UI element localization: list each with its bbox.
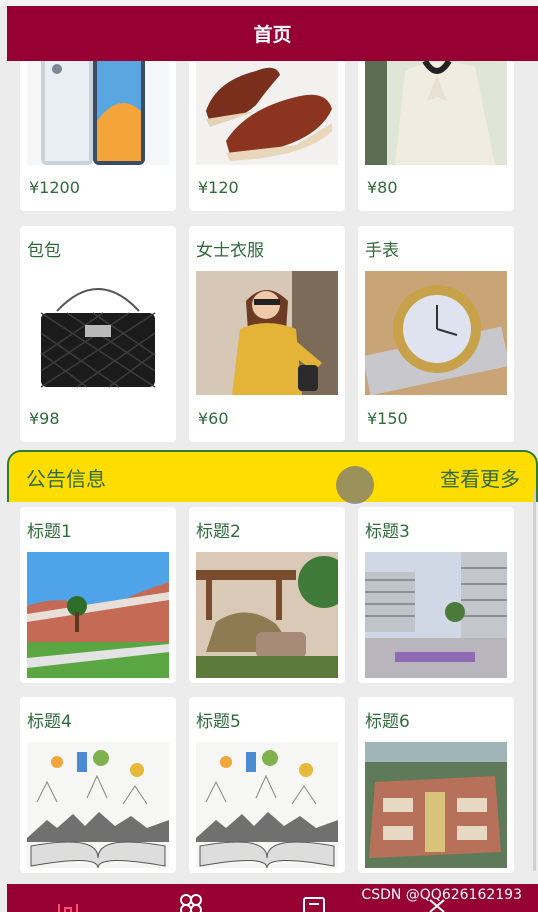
notice-section-header: 公告信息 查看更多 — [7, 450, 538, 502]
notice-card[interactable]: 标题3 — [358, 507, 514, 683]
page-title: 首页 — [253, 24, 292, 46]
sculpture-image — [196, 552, 338, 678]
category-icon — [180, 894, 203, 912]
notice-title: 标题5 — [196, 712, 241, 732]
campus-garden-image — [27, 552, 169, 678]
page-header: 首页 — [7, 6, 538, 61]
touch-indicator — [336, 466, 374, 504]
tab-category[interactable] — [176, 890, 206, 912]
book-city-image — [196, 742, 338, 868]
womens-clothing-image — [196, 271, 338, 395]
notice-card[interactable]: 标题6 — [358, 697, 514, 873]
orders-icon — [302, 897, 325, 912]
notice-grid: 标题1 标题2 标题3 — [20, 507, 516, 683]
notice-title: 标题3 — [365, 522, 410, 542]
shoes-image — [196, 61, 338, 165]
view-more-link[interactable]: 查看更多 — [440, 463, 520, 492]
product-card[interactable]: 包包 ¥98 — [20, 226, 176, 442]
product-price: ¥150 — [367, 409, 408, 428]
campus-plaza-image — [365, 552, 507, 678]
product-card[interactable]: ¥120 — [189, 61, 345, 211]
product-card[interactable]: 手表 ¥150 — [358, 226, 514, 442]
product-price: ¥1200 — [29, 178, 80, 197]
notice-card[interactable]: 标题2 — [189, 507, 345, 683]
product-price: ¥80 — [367, 178, 398, 197]
product-price: ¥120 — [198, 178, 239, 197]
notice-card[interactable]: 标题5 — [189, 697, 345, 873]
product-grid-top: ¥1200 ¥120 ¥80 — [20, 61, 516, 211]
product-grid: 包包 ¥98 女士衣服 ¥60 手表 ¥150 — [20, 226, 516, 442]
product-price: ¥60 — [198, 409, 229, 428]
product-card[interactable]: 女士衣服 ¥60 — [189, 226, 345, 442]
notice-card[interactable]: 标题1 — [20, 507, 176, 683]
notice-title: 标题2 — [196, 522, 241, 542]
notice-title: 标题6 — [365, 712, 410, 732]
notice-card[interactable]: 标题4 — [20, 697, 176, 873]
watch-image — [365, 271, 507, 395]
home-icon — [58, 904, 79, 912]
product-card[interactable]: ¥80 — [358, 61, 514, 211]
aerial-campus-image — [365, 742, 507, 868]
notice-grid: 标题4 标题5 标题6 — [20, 697, 516, 873]
scrollbar[interactable] — [533, 491, 536, 871]
product-price: ¥98 — [29, 409, 60, 428]
phone-image — [27, 61, 169, 165]
product-name: 女士衣服 — [196, 241, 264, 261]
product-card[interactable]: ¥1200 — [20, 61, 176, 211]
tab-orders[interactable] — [299, 890, 329, 912]
product-name: 包包 — [27, 241, 61, 261]
blouse-image — [365, 61, 507, 165]
tab-home[interactable] — [53, 890, 83, 912]
watermark: CSDN @QQ626162193 — [361, 887, 522, 903]
notice-title: 标题1 — [27, 522, 72, 542]
notice-title: 标题4 — [27, 712, 72, 732]
book-city-image — [27, 742, 169, 868]
handbag-image — [27, 271, 169, 395]
main-content[interactable]: ¥1200 ¥120 ¥80 包包 ¥98 女士衣服 ¥60 手表 ¥150 公… — [7, 61, 538, 884]
notice-section-title: 公告信息 — [26, 466, 106, 491]
product-name: 手表 — [365, 241, 399, 261]
